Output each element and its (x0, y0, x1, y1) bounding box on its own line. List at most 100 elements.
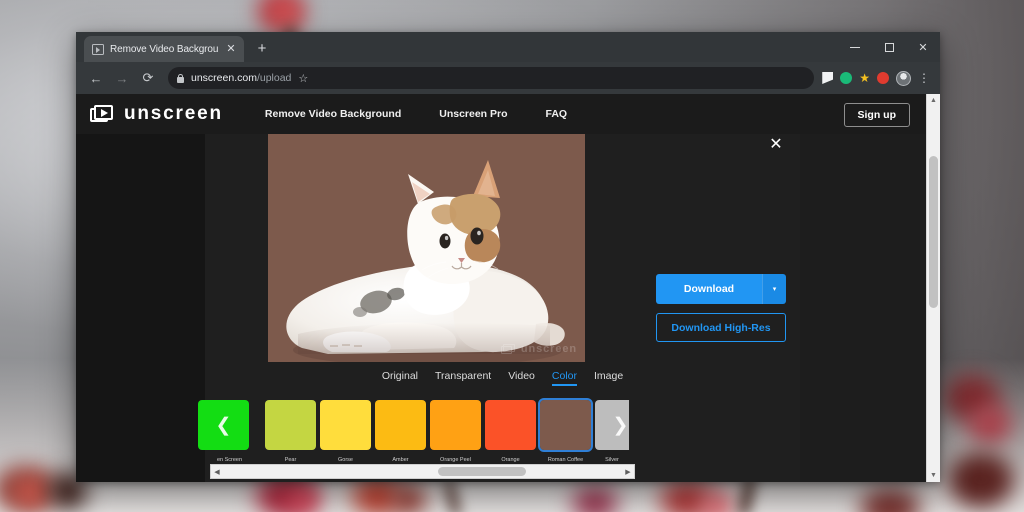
left-rail (76, 134, 205, 482)
tab-original[interactable]: Original (382, 370, 418, 386)
window-controls: ✕ (838, 32, 940, 62)
swatch-label: Orange Peel (440, 457, 471, 463)
bookmark-star-icon[interactable]: ☆ (298, 72, 308, 85)
star-extension-icon[interactable]: ★ (859, 72, 870, 84)
download-options-chevron-down-icon[interactable]: ▾ (762, 274, 786, 304)
page-scrollbar-thumb[interactable] (929, 156, 938, 308)
site-logo[interactable]: unscreen (90, 103, 223, 125)
watermark-text: unscreen (520, 343, 577, 355)
swatch-cell: ❯ Silver (595, 400, 629, 462)
video-favicon-icon (92, 43, 104, 55)
flower-bud (272, 2, 298, 26)
back-icon[interactable]: ← (84, 66, 108, 90)
download-button-group[interactable]: Download ▾ (656, 274, 786, 304)
color-swatch-amber[interactable] (375, 400, 426, 450)
swatch-label: Silver (605, 457, 619, 462)
page-vertical-scrollbar[interactable]: ▲ ▼ (926, 94, 940, 482)
window-minimize-button[interactable] (838, 32, 872, 62)
browser-tab-strip: Remove Video Background – Un ✕ + ✕ (76, 32, 940, 62)
flower-bud (286, 484, 320, 512)
scrollbar-thumb[interactable] (438, 467, 527, 476)
swatch-label: Amber (392, 457, 409, 463)
sign-up-button[interactable]: Sign up (843, 103, 910, 127)
browser-window: Remove Video Background – Un ✕ + ✕ ← → ⟳… (76, 32, 940, 482)
tab-video[interactable]: Video (508, 370, 535, 386)
flower-bud (392, 486, 426, 512)
video-preview[interactable]: unscreen (268, 134, 585, 362)
flower-bud (14, 478, 50, 508)
tab-title: Remove Video Background – Un (110, 43, 218, 55)
new-tab-button[interactable]: + (249, 36, 275, 62)
color-swatch-orange-peel[interactable] (430, 400, 481, 450)
nav-link-remove-video-background[interactable]: Remove Video Background (265, 108, 401, 120)
nav-link-faq[interactable]: FAQ (546, 108, 568, 120)
nav-link-unscreen-pro[interactable]: Unscreen Pro (439, 108, 507, 120)
swatch-label: Gorse (338, 457, 353, 463)
color-swatch-silver[interactable]: ❯ (595, 400, 629, 450)
download-actions: Download ▾ Download High-Res (656, 274, 786, 342)
red-extension-icon[interactable] (877, 72, 889, 84)
swatch-label: Pear (284, 457, 297, 463)
swatch-cell: Roman Coffee (538, 398, 593, 463)
scroll-right-arrow-icon[interactable]: ▶ (622, 468, 634, 476)
flag-extension-icon[interactable] (822, 72, 834, 84)
extension-icons: ★ ⋮ (822, 70, 932, 86)
color-swatch-orange[interactable] (485, 400, 536, 450)
tab-transparent[interactable]: Transparent (435, 370, 491, 386)
tab-close-icon[interactable]: ✕ (224, 42, 238, 56)
swatch-cell: Orange (485, 400, 536, 463)
scroll-up-arrow-icon[interactable]: ▲ (927, 94, 940, 107)
omnibox-icons: ☆ (298, 72, 310, 85)
right-rail (800, 134, 926, 482)
reload-icon[interactable]: ⟳ (136, 66, 160, 90)
download-high-res-button[interactable]: Download High-Res (656, 313, 786, 342)
flower-bud (968, 404, 1012, 444)
swatch-cell: ❮ en Screen (198, 400, 261, 463)
green-extension-icon[interactable] (840, 72, 853, 84)
color-swatch-pear[interactable] (265, 400, 316, 450)
color-swatch-list: ❮ en Screen Pear Gorse Amber Orange Peel… (198, 398, 635, 463)
address-bar-url: unscreen.com/upload (191, 72, 291, 84)
unscreen-logo-icon (90, 104, 115, 124)
flower-bud (572, 486, 618, 512)
swatch-cell: Amber (375, 400, 426, 463)
swatch-cell: Gorse (320, 400, 371, 463)
unscreen-watermark: unscreen (500, 343, 577, 355)
flower-bud (948, 452, 1014, 508)
tab-image[interactable]: Image (594, 370, 623, 386)
background-type-tabs: Original Transparent Video Color Image (205, 370, 800, 386)
tab-color[interactable]: Color (551, 370, 578, 386)
site-nav-links: Remove Video Background Unscreen Pro FAQ (265, 108, 567, 120)
address-bar[interactable]: unscreen.com/upload ☆ (168, 67, 815, 89)
scroll-left-arrow-icon[interactable]: ◀ (211, 468, 223, 476)
url-host: unscreen.com (191, 72, 257, 84)
color-swatch-gorse[interactable] (320, 400, 371, 450)
window-close-button[interactable]: ✕ (906, 32, 940, 62)
scrollbar-track[interactable] (223, 465, 622, 478)
url-path: /upload (256, 72, 292, 84)
editor-area: ✕ unscreen Download ▾ Download High-Res … (76, 134, 940, 482)
forward-icon[interactable]: → (110, 66, 134, 90)
color-swatch-green-screen[interactable]: ❮ (198, 400, 249, 450)
scroll-down-arrow-icon[interactable]: ▼ (927, 469, 940, 482)
swatch-label: Roman Coffee (547, 457, 584, 463)
swatch-horizontal-scrollbar[interactable]: ◀ ▶ (210, 464, 635, 479)
browser-toolbar: ← → ⟳ unscreen.com/upload ☆ ★ ⋮ (76, 62, 940, 94)
swatch-next-arrow-icon[interactable]: ❯ (613, 416, 629, 435)
swatch-label: Orange (501, 457, 520, 463)
site-header: unscreen Remove Video Background Unscree… (76, 94, 940, 134)
download-button[interactable]: Download (656, 274, 762, 304)
swatch-label: en Screen (216, 457, 243, 463)
screenshot-root: Remove Video Background – Un ✕ + ✕ ← → ⟳… (0, 0, 1024, 512)
swatch-cell: Pear (265, 400, 316, 463)
browser-menu-icon[interactable]: ⋮ (918, 72, 930, 84)
browser-tab[interactable]: Remove Video Background – Un ✕ (84, 36, 244, 62)
logo-text: unscreen (124, 103, 223, 124)
swatch-prev-arrow-icon[interactable]: ❮ (216, 416, 232, 435)
color-swatch-roman-coffee[interactable] (538, 398, 593, 452)
swatch-cell: Orange Peel (430, 400, 481, 463)
profile-avatar[interactable] (896, 70, 911, 86)
window-maximize-button[interactable] (872, 32, 906, 62)
close-icon[interactable]: ✕ (766, 135, 786, 155)
flower-bud (700, 492, 734, 512)
